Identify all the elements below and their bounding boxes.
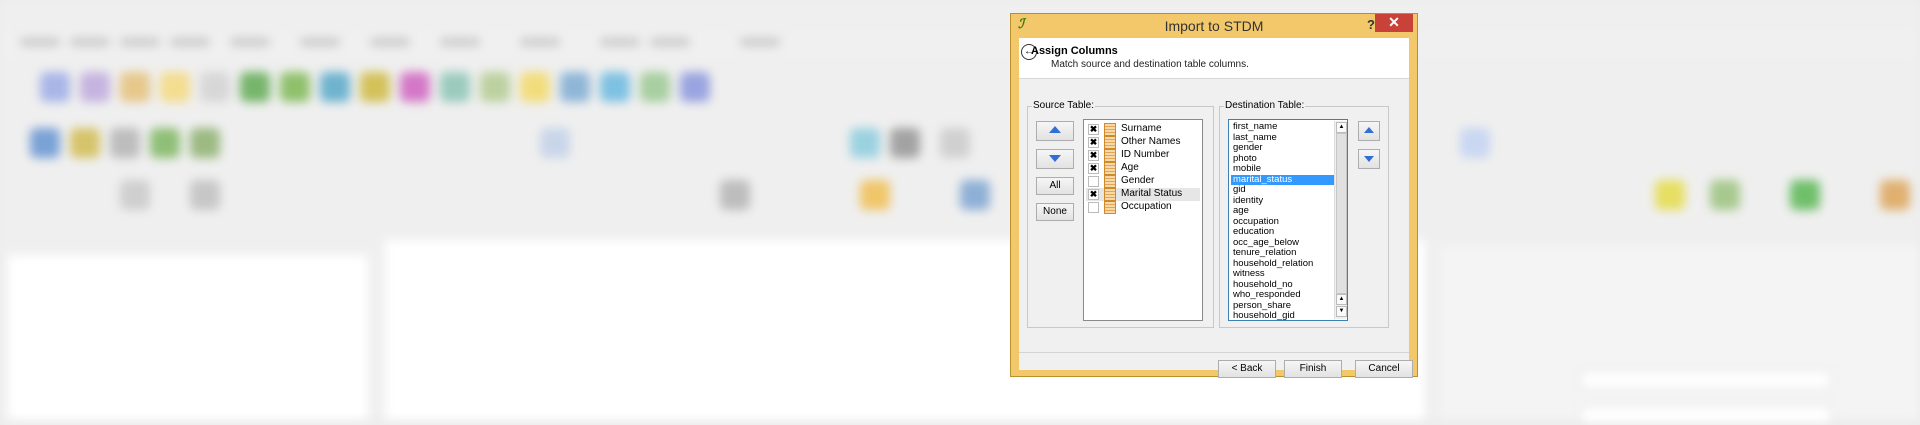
dialog-title: Import to STDM — [1164, 18, 1264, 34]
select-none-button[interactable]: None — [1036, 203, 1074, 221]
table-column-icon — [1104, 123, 1116, 136]
destination-table-group: Destination Table: first_name last_name … — [1219, 100, 1389, 328]
destination-move-down-button[interactable] — [1358, 149, 1380, 169]
cancel-button[interactable]: Cancel — [1355, 360, 1413, 378]
bg-layers-panel — [8, 255, 368, 420]
list-item[interactable]: age — [1231, 206, 1337, 216]
wizard-header: ← Assign Columns Match source and destin… — [1019, 38, 1409, 79]
list-item[interactable]: gender — [1231, 143, 1337, 153]
list-item[interactable]: ✖ Other Names — [1086, 136, 1200, 149]
source-column-label: Age — [1121, 162, 1139, 173]
list-item[interactable]: occupation — [1231, 216, 1337, 227]
source-column-label: Marital Status — [1121, 188, 1183, 199]
destination-columns-list[interactable]: first_name last_name gender photo mobile… — [1228, 119, 1348, 321]
list-item[interactable]: who_responded — [1231, 290, 1337, 300]
list-item[interactable]: ✖ Surname — [1086, 123, 1200, 136]
scroll-thumb[interactable] — [1336, 133, 1347, 294]
source-column-label: Surname — [1121, 123, 1162, 134]
source-move-up-button[interactable] — [1036, 121, 1074, 141]
list-item[interactable]: identity — [1231, 195, 1337, 206]
back-button[interactable]: < Back — [1218, 360, 1276, 378]
source-column-label: Other Names — [1121, 136, 1181, 147]
source-column-label: Occupation — [1121, 201, 1172, 212]
checkbox[interactable]: ✖ — [1088, 163, 1099, 174]
list-item[interactable]: tenure_relation — [1231, 248, 1337, 258]
source-columns-list[interactable]: ✖ Surname ✖ Other Names ✖ ID Number ✖ Ag… — [1083, 119, 1203, 321]
checkbox[interactable] — [1088, 202, 1099, 213]
dialog-titlebar[interactable]: ℐ Import to STDM ? ✕ — [1011, 14, 1417, 38]
scroll-up-icon[interactable]: ▲ — [1336, 122, 1347, 133]
list-item[interactable]: gid — [1231, 185, 1337, 195]
checkbox[interactable]: ✖ — [1088, 189, 1099, 200]
bg-properties-panel — [1440, 245, 1920, 425]
destination-move-up-button[interactable] — [1358, 121, 1380, 141]
list-item[interactable]: ✖ Age — [1086, 162, 1200, 175]
checkbox[interactable]: ✖ — [1088, 150, 1099, 161]
table-column-icon — [1104, 175, 1116, 188]
import-dialog: ℐ Import to STDM ? ✕ ← Assign Columns Ma… — [1010, 13, 1418, 378]
list-item[interactable]: last_name — [1231, 132, 1337, 143]
dialog-client: ← Assign Columns Match source and destin… — [1019, 38, 1413, 378]
table-column-icon — [1104, 162, 1116, 175]
checkbox[interactable] — [1088, 176, 1099, 187]
list-item[interactable]: mobile — [1231, 164, 1337, 174]
source-column-label: Gender — [1121, 175, 1155, 186]
source-table-label: Source Table: — [1032, 100, 1095, 111]
list-item[interactable]: household_no — [1231, 279, 1337, 290]
table-column-icon — [1104, 188, 1116, 201]
checkbox[interactable]: ✖ — [1088, 137, 1099, 148]
select-all-button[interactable]: All — [1036, 177, 1074, 195]
divider — [1019, 352, 1409, 353]
bg-menubar — [0, 30, 1920, 58]
source-move-down-button[interactable] — [1036, 149, 1074, 169]
page-subtitle: Match source and destination table colum… — [1051, 59, 1249, 70]
source-column-label: ID Number — [1121, 149, 1170, 160]
close-button[interactable]: ✕ — [1375, 14, 1413, 32]
list-item[interactable]: first_name — [1231, 122, 1337, 132]
list-item[interactable]: photo — [1231, 153, 1337, 164]
table-column-icon — [1104, 149, 1116, 162]
scroll-up-icon[interactable]: ▲ — [1336, 294, 1347, 305]
background-application — [0, 0, 1920, 425]
list-item[interactable]: witness — [1231, 269, 1337, 279]
list-item[interactable]: occ_age_below — [1231, 237, 1337, 248]
scroll-down-icon[interactable]: ▼ — [1336, 306, 1347, 317]
list-item[interactable]: person_share — [1231, 300, 1337, 311]
source-table-group: Source Table: All None ✖ Surname ✖ Other… — [1027, 100, 1214, 328]
list-item[interactable]: household_gid — [1231, 311, 1337, 321]
list-item[interactable]: Occupation — [1086, 201, 1200, 214]
finish-button[interactable]: Finish — [1284, 360, 1342, 378]
list-item[interactable]: Gender — [1086, 175, 1200, 188]
list-item[interactable]: ✖ ID Number — [1086, 149, 1200, 162]
list-item[interactable]: ✖ Marital Status — [1086, 188, 1200, 201]
list-item[interactable]: household_relation — [1231, 258, 1337, 269]
help-button[interactable]: ? — [1367, 17, 1375, 32]
table-column-icon — [1104, 201, 1116, 214]
page-title: Assign Columns — [1031, 45, 1118, 57]
checkbox[interactable]: ✖ — [1088, 124, 1099, 135]
vertical-scrollbar[interactable]: ▲ ▲ ▼ — [1334, 121, 1347, 319]
destination-table-label: Destination Table: — [1224, 100, 1306, 111]
table-column-icon — [1104, 136, 1116, 149]
list-item[interactable]: education — [1231, 227, 1337, 237]
list-item-selected[interactable]: marital_status — [1231, 174, 1337, 185]
